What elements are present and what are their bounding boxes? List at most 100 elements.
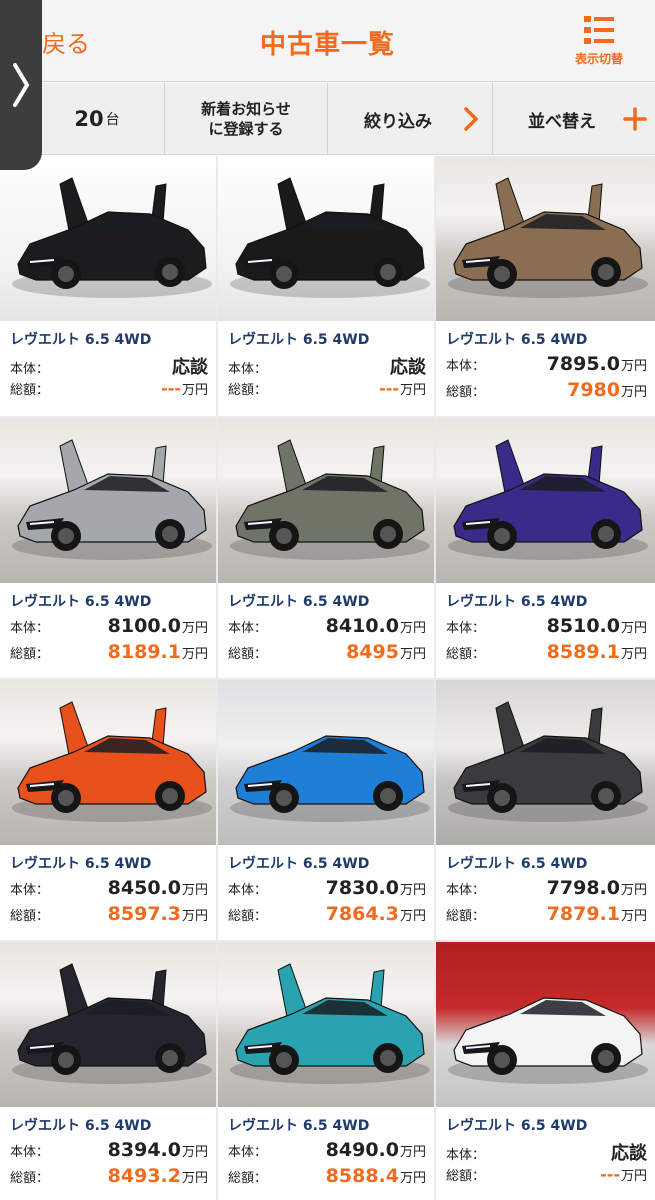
car-model-name[interactable]: レヴエルト 6.5 4WD (10, 1115, 208, 1139)
car-card[interactable]: レヴエルト 6.5 4WD 本体： 7830.0万円 総額： 7864.3万円 (218, 680, 436, 942)
car-card[interactable]: レヴエルト 6.5 4WD 本体： 応談 総額： ---万円 (436, 942, 655, 1200)
total-price-label: 総額： (228, 1171, 268, 1186)
car-model-name[interactable]: レヴエルト 6.5 4WD (446, 1115, 647, 1139)
total-price-row: 総額： ---万円 (446, 1165, 647, 1191)
car-photo[interactable] (436, 680, 655, 845)
car-model-name[interactable]: レヴエルト 6.5 4WD (10, 853, 208, 877)
car-photo[interactable] (218, 942, 434, 1107)
yen-unit: 万円 (181, 883, 208, 898)
car-card[interactable]: レヴエルト 6.5 4WD 本体： 応談 総額： ---万円 (0, 156, 218, 418)
yen-unit: 万円 (181, 909, 208, 924)
car-photo[interactable] (0, 942, 216, 1107)
body-price-value: 7895.0 (546, 353, 620, 375)
notify-label-line1: 新着お知らせ (201, 100, 291, 118)
car-photo[interactable] (436, 418, 655, 583)
yen-unit: 万円 (399, 1145, 426, 1160)
car-model-name[interactable]: レヴエルト 6.5 4WD (10, 329, 208, 353)
yen-unit: 万円 (399, 383, 426, 398)
yen-unit: 万円 (399, 621, 426, 636)
total-price: 7980万円 (567, 379, 647, 401)
body-price-label: 本体： (446, 621, 486, 636)
yen-unit: 万円 (181, 1145, 208, 1160)
car-photo[interactable] (218, 156, 434, 321)
body-price-label: 本体： (10, 621, 50, 636)
view-toggle-button[interactable]: 表示切替 (567, 14, 631, 67)
car-info: レヴエルト 6.5 4WD 本体： 7798.0万円 総額： 7879.1万円 (436, 845, 655, 929)
car-card[interactable]: レヴエルト 6.5 4WD 本体： 8394.0万円 総額： 8493.2万円 (0, 942, 218, 1200)
body-price-label: 本体： (446, 1148, 486, 1163)
app-header: 戻る 中古車一覧 表示切替 (0, 0, 655, 82)
car-photo[interactable] (218, 418, 434, 583)
total-price-row: 総額： 7879.1万円 (446, 903, 647, 929)
body-price-row: 本体： 応談 (446, 1139, 647, 1165)
sort-button[interactable]: 並べ替え (493, 83, 655, 155)
car-info: レヴエルト 6.5 4WD 本体： 応談 総額： ---万円 (436, 1107, 655, 1191)
total-price-value: 8189.1 (107, 641, 181, 663)
body-price-row: 本体： 8450.0万円 (10, 877, 208, 903)
car-image-icon (448, 701, 648, 822)
car-photo[interactable] (436, 942, 655, 1107)
car-model-name[interactable]: レヴエルト 6.5 4WD (446, 591, 647, 615)
total-price-row: 総額： ---万円 (228, 379, 426, 405)
car-info: レヴエルト 6.5 4WD 本体： 7830.0万円 総額： 7864.3万円 (218, 845, 434, 929)
total-price: 8189.1万円 (108, 641, 208, 663)
body-price-value: 8450.0 (107, 877, 181, 899)
yen-unit: 万円 (620, 385, 647, 400)
car-image-icon (12, 439, 212, 560)
car-photo[interactable] (218, 680, 434, 845)
car-image-icon (230, 735, 430, 822)
car-info: レヴエルト 6.5 4WD 本体： 8394.0万円 総額： 8493.2万円 (0, 1107, 216, 1191)
total-price: ---万円 (379, 379, 426, 398)
car-photo[interactable] (0, 156, 216, 321)
body-price-value: 応談 (611, 1143, 647, 1164)
yen-unit: 万円 (399, 1171, 426, 1186)
total-price-value: 7864.3 (325, 903, 399, 925)
car-card[interactable]: レヴエルト 6.5 4WD 本体： 8490.0万円 総額： 8588.4万円 (218, 942, 436, 1200)
car-info: レヴエルト 6.5 4WD 本体： 7895.0万円 総額： 7980万円 (436, 321, 655, 405)
yen-unit: 万円 (181, 1171, 208, 1186)
car-model-name[interactable]: レヴエルト 6.5 4WD (228, 329, 426, 353)
car-model-name[interactable]: レヴエルト 6.5 4WD (10, 591, 208, 615)
yen-unit: 万円 (620, 883, 647, 898)
yen-unit: 万円 (620, 1169, 647, 1184)
car-card[interactable]: レヴエルト 6.5 4WD 本体： 8100.0万円 総額： 8189.1万円 (0, 418, 218, 680)
body-price-value: 応談 (172, 357, 208, 378)
car-card[interactable]: レヴエルト 6.5 4WD 本体： 7895.0万円 総額： 7980万円 (436, 156, 655, 418)
body-price-row: 本体： 8100.0万円 (10, 615, 208, 641)
plus-icon (623, 107, 647, 131)
yen-unit: 万円 (620, 647, 647, 662)
car-photo[interactable] (436, 156, 655, 321)
car-model-name[interactable]: レヴエルト 6.5 4WD (228, 591, 426, 615)
body-price-row: 本体： 7895.0万円 (446, 353, 647, 379)
total-price-value: 8597.3 (107, 903, 181, 925)
car-model-name[interactable]: レヴエルト 6.5 4WD (228, 853, 426, 877)
car-model-name[interactable]: レヴエルト 6.5 4WD (446, 329, 647, 353)
list-view-icon (584, 16, 614, 44)
total-price-label: 総額： (10, 647, 50, 662)
car-card[interactable]: レヴエルト 6.5 4WD 本体： 7798.0万円 総額： 7879.1万円 (436, 680, 655, 942)
car-model-name[interactable]: レヴエルト 6.5 4WD (228, 1115, 426, 1139)
total-price-label: 総額： (10, 909, 50, 924)
car-card[interactable]: レヴエルト 6.5 4WD 本体： 8450.0万円 総額： 8597.3万円 (0, 680, 218, 942)
car-card[interactable]: レヴエルト 6.5 4WD 本体： 8410.0万円 総額： 8495万円 (218, 418, 436, 680)
car-card[interactable]: レヴエルト 6.5 4WD 本体： 8510.0万円 総額： 8589.1万円 (436, 418, 655, 680)
body-price-label: 本体： (10, 883, 50, 898)
body-price-label: 本体： (228, 621, 268, 636)
car-photo[interactable] (0, 680, 216, 845)
body-price-value: 8490.0 (325, 1139, 399, 1161)
total-price-value: --- (379, 379, 399, 398)
car-card[interactable]: レヴエルト 6.5 4WD 本体： 応談 総額： ---万円 (218, 156, 436, 418)
register-notification-button[interactable]: 新着お知らせ に登録する (165, 83, 328, 155)
body-price: 8100.0万円 (108, 615, 208, 637)
body-price: 8510.0万円 (547, 615, 647, 637)
filter-button[interactable]: 絞り込み (328, 83, 493, 155)
yen-unit: 万円 (399, 909, 426, 924)
total-price-label: 総額： (10, 383, 50, 398)
side-drawer-tab[interactable] (0, 0, 42, 170)
total-price-row: 総額： 8189.1万円 (10, 641, 208, 667)
body-price-value: 8394.0 (107, 1139, 181, 1161)
car-model-name[interactable]: レヴエルト 6.5 4WD (446, 853, 647, 877)
total-price-label: 総額： (228, 909, 268, 924)
car-photo[interactable] (0, 418, 216, 583)
total-price-row: 総額： 7864.3万円 (228, 903, 426, 929)
